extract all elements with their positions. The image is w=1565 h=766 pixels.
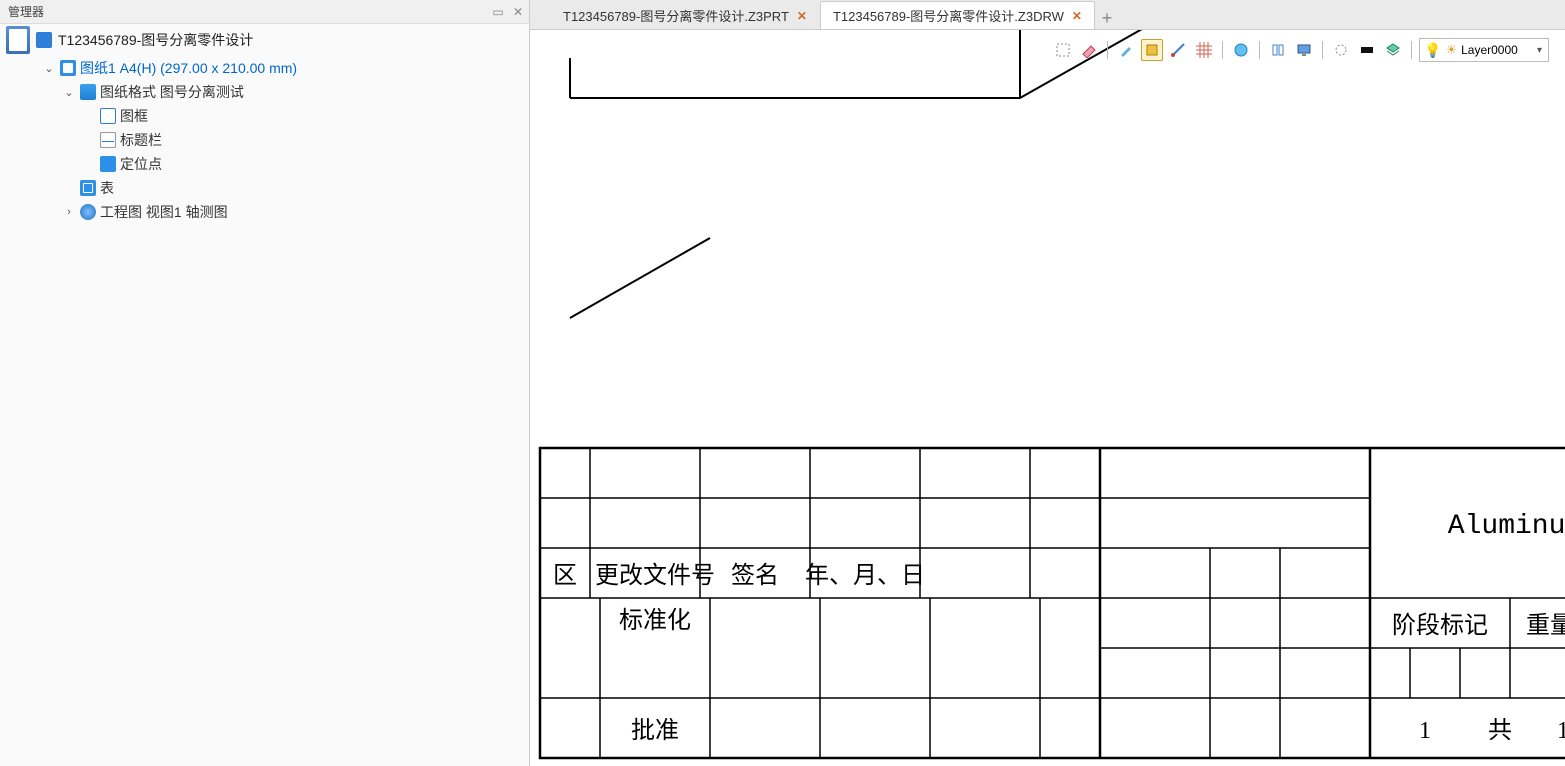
tree-item-view[interactable]: › 工程图 视图1 轴测图: [12, 200, 529, 224]
tool-black-icon[interactable]: [1356, 39, 1378, 61]
tree-item-sheet[interactable]: ⌄ 图纸1 A4(H) (297.00 x 210.00 mm): [12, 56, 529, 80]
tree-item-anchor[interactable]: 定位点: [12, 152, 529, 176]
anchor-icon: [100, 156, 116, 172]
expand-icon[interactable]: ⌄: [42, 62, 56, 75]
tree-label: 图框: [120, 106, 148, 126]
tool-display-icon[interactable]: [1293, 39, 1315, 61]
col-zone: 区: [553, 563, 577, 589]
sun-icon: ☀: [1445, 42, 1457, 58]
tree-item-frame[interactable]: 图框: [12, 104, 529, 128]
sheet-1: 1: [1419, 718, 1431, 744]
expand-icon[interactable]: ⌄: [62, 86, 76, 99]
titleblock-icon: [100, 132, 116, 148]
dropdown-icon: ▾: [1537, 45, 1542, 56]
expand-icon[interactable]: ›: [62, 206, 76, 218]
workspace: T123456789-图号分离零件设计.Z3PRT ✕ T123456789-图…: [530, 0, 1565, 766]
format-icon: [80, 84, 96, 100]
tool-layers-icon[interactable]: [1382, 39, 1404, 61]
tab-prt[interactable]: T123456789-图号分离零件设计.Z3PRT ✕: [550, 1, 820, 29]
tree-label: 图纸格式 图号分离测试: [100, 82, 244, 102]
tree-label: 图纸1 A4(H) (297.00 x 210.00 mm): [80, 58, 297, 78]
row-std: 标准化: [619, 607, 691, 634]
tool-circle-icon[interactable]: [1330, 39, 1352, 61]
tree-label: 定位点: [120, 154, 162, 174]
frame-icon: [100, 108, 116, 124]
panel-close-icon[interactable]: ✕: [511, 5, 525, 19]
feature-tree: ⌄ 图纸1 A4(H) (297.00 x 210.00 mm) ⌄ 图纸格式 …: [0, 56, 529, 224]
tool-grid-icon[interactable]: [1193, 39, 1215, 61]
tool-measure-icon[interactable]: [1167, 39, 1189, 61]
drawing-sheet: C D 5 6 第 张: [530, 30, 1565, 766]
tree-root-row[interactable]: T123456789-图号分离零件设计: [0, 24, 529, 56]
manager-panel: 管理器 ▭ ✕ T123456789-图号分离零件设计 ⌄ 图纸1 A4(H) …: [0, 0, 530, 766]
tree-root-label: T123456789-图号分离零件设计: [58, 30, 253, 50]
tab-close-icon[interactable]: ✕: [797, 9, 807, 23]
col-date: 年、月、日: [805, 562, 925, 589]
tree-label: 表: [100, 178, 114, 198]
panel-title: 管理器: [4, 3, 44, 20]
bulb-icon: 💡: [1424, 42, 1441, 59]
sheet-icon: [60, 60, 76, 76]
tree-label: 标题栏: [120, 130, 162, 150]
tree-item-titleblock[interactable]: 标题栏: [12, 128, 529, 152]
tool-select-icon[interactable]: [1052, 39, 1074, 61]
view-icon: [80, 204, 96, 220]
weight-label: 重量: [1526, 612, 1565, 639]
material-value: Aluminum: [1448, 511, 1565, 542]
table-icon: [80, 180, 96, 196]
tool-brush-icon[interactable]: [1115, 39, 1137, 61]
col-sign: 签名: [731, 562, 779, 589]
stage-mark: 阶段标记: [1392, 612, 1488, 639]
document-tabbar: T123456789-图号分离零件设计.Z3PRT ✕ T123456789-图…: [530, 0, 1565, 30]
drawing-canvas[interactable]: 💡 ☀ Layer0000 ▾: [530, 30, 1565, 766]
tool-globe-icon[interactable]: [1230, 39, 1252, 61]
tree-item-table[interactable]: 表: [12, 176, 529, 200]
sheet-viewport[interactable]: C D 5 6 第 张: [530, 58, 1565, 766]
tool-eraser-icon[interactable]: [1078, 39, 1100, 61]
tab-add-button[interactable]: +: [1095, 8, 1119, 29]
tree-label: 工程图 视图1 轴测图: [100, 202, 228, 222]
view-toolbar: 💡 ☀ Layer0000 ▾: [1048, 36, 1553, 64]
tab-label: T123456789-图号分离零件设计.Z3PRT: [563, 6, 789, 25]
layer-selector[interactable]: 💡 ☀ Layer0000 ▾: [1419, 38, 1549, 62]
panel-minimize-icon[interactable]: ▭: [491, 5, 505, 19]
sheet-gong: 共: [1488, 717, 1512, 744]
document-icon: [6, 26, 30, 54]
file-icon: [36, 32, 52, 48]
tab-drw[interactable]: T123456789-图号分离零件设计.Z3DRW ✕: [820, 1, 1095, 29]
layer-name: Layer0000: [1461, 43, 1518, 57]
sheet-1z: 1张: [1557, 717, 1565, 744]
tab-close-icon[interactable]: ✕: [1072, 9, 1082, 23]
row-approve: 批准: [631, 717, 679, 744]
tool-component-icon[interactable]: [1141, 39, 1163, 61]
col-changefile: 更改文件号: [595, 562, 715, 589]
tree-item-format[interactable]: ⌄ 图纸格式 图号分离测试: [12, 80, 529, 104]
tab-label: T123456789-图号分离零件设计.Z3DRW: [833, 6, 1064, 25]
panel-header: 管理器 ▭ ✕: [0, 0, 529, 24]
tool-align-icon[interactable]: [1267, 39, 1289, 61]
